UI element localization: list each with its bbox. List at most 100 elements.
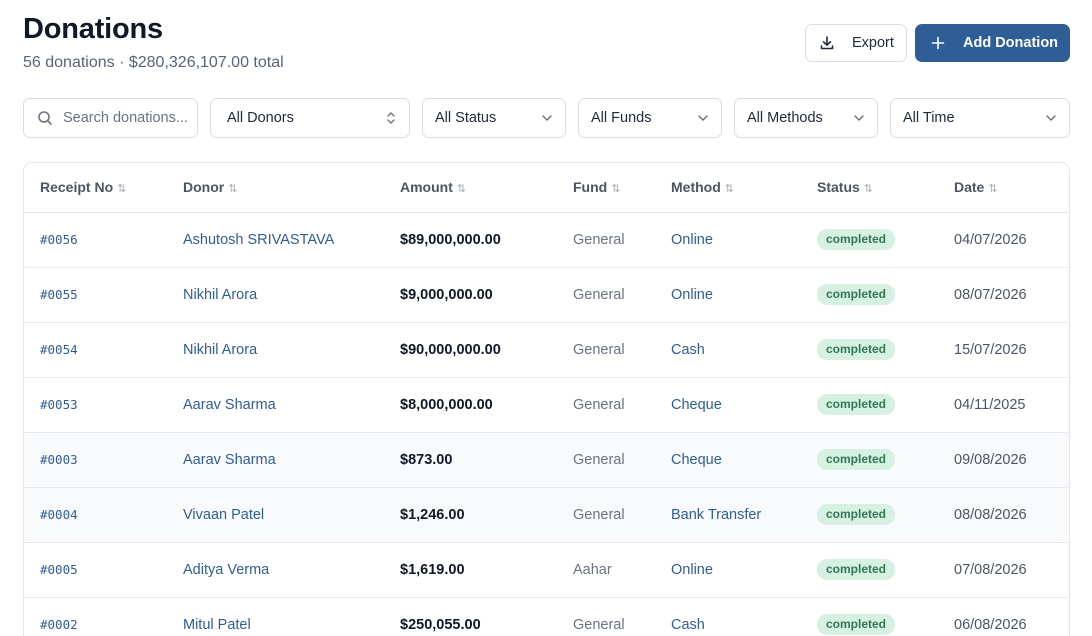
time-filter-value: All Time [903,110,955,126]
status-badge: completed [817,504,896,525]
status-badge: completed [817,614,896,635]
amount-cell: $1,619.00 [384,542,557,598]
chevron-up-down-icon [387,112,395,124]
receipt-cell[interactable]: #0055 [24,267,167,323]
date-cell: 15/07/2026 [938,322,1069,378]
add-donation-label: Add Donation [963,35,1059,51]
time-filter-select[interactable]: All Time [890,98,1070,138]
search-icon [38,111,52,125]
table-row[interactable]: #0005 Aditya Verma $1,619.00 Aahar Onlin… [24,542,1069,598]
column-header-donor[interactable]: Donor ⇅ [167,163,384,213]
method-cell: Cheque [655,377,801,433]
date-cell: 09/08/2026 [938,432,1069,488]
receipt-cell[interactable]: #0004 [24,487,167,543]
amount-cell: $250,055.00 [384,597,557,636]
date-cell: 07/08/2026 [938,542,1069,598]
column-header-receipt[interactable]: Receipt No ⇅ [24,163,167,213]
fund-cell: General [557,267,655,323]
page-header: Donations 56 donations · $280,326,107.00… [23,12,1070,78]
receipt-cell[interactable]: #0003 [24,432,167,488]
donor-cell[interactable]: Vivaan Patel [167,487,384,543]
amount-cell: $1,246.00 [384,487,557,543]
status-filter-select[interactable]: All Status [422,98,566,138]
column-header-status[interactable]: Status ⇅ [801,163,938,213]
chevron-down-icon [698,115,708,121]
table-header-row: Receipt No ⇅ Donor ⇅ Amount ⇅ Fund ⇅ Method ⇅… [24,163,1069,213]
receipt-cell[interactable]: #0054 [24,322,167,378]
table-row[interactable]: #0054 Nikhil Arora $90,000,000.00 Genera… [24,322,1069,378]
donations-table-container: Receipt No ⇅ Donor ⇅ Amount ⇅ Fund ⇅ Method ⇅… [23,162,1070,636]
add-donation-button[interactable]: Add Donation [915,24,1070,62]
amount-cell: $873.00 [384,432,557,488]
status-cell: completed [801,377,938,433]
download-icon [820,36,834,50]
sort-icon: ⇅ [724,183,734,196]
export-button[interactable]: Export [805,24,907,62]
table-row[interactable]: #0055 Nikhil Arora $9,000,000.00 General… [24,267,1069,323]
method-cell: Online [655,542,801,598]
sort-icon: ⇅ [456,183,467,196]
sort-icon: ⇅ [611,183,621,196]
donor-cell[interactable]: Mitul Patel [167,597,384,636]
donor-cell[interactable]: Aditya Verma [167,542,384,598]
table-row[interactable]: #0053 Aarav Sharma $8,000,000.00 General… [24,377,1069,433]
chevron-down-icon [1046,115,1056,121]
table-row[interactable]: #0002 Mitul Patel $250,055.00 General Ca… [24,597,1069,636]
donor-cell[interactable]: Nikhil Arora [167,322,384,378]
column-header-fund[interactable]: Fund ⇅ [557,163,655,213]
chevron-down-icon [542,115,552,121]
receipt-cell[interactable]: #0005 [24,542,167,598]
export-label: Export [852,35,894,51]
status-cell: completed [801,487,938,543]
status-cell: completed [801,267,938,323]
method-cell: Cash [655,597,801,636]
filter-bar: All Donors All Status All Funds All Meth… [23,98,1070,138]
status-cell: completed [801,322,938,378]
status-cell: completed [801,432,938,488]
donor-cell[interactable]: Aarav Sharma [167,432,384,488]
donor-filter-select[interactable]: All Donors [210,98,410,138]
date-cell: 04/07/2026 [938,212,1069,268]
fund-cell: General [557,597,655,636]
status-cell: completed [801,212,938,268]
column-header-date[interactable]: Date ⇅ [938,163,1069,213]
date-cell: 04/11/2025 [938,377,1069,433]
fund-cell: General [557,377,655,433]
status-cell: completed [801,597,938,636]
date-cell: 06/08/2026 [938,597,1069,636]
plus-icon [931,36,945,50]
status-filter-value: All Status [435,110,497,126]
donor-cell[interactable]: Aarav Sharma [167,377,384,433]
receipt-cell[interactable]: #0056 [24,212,167,268]
fund-cell: General [557,322,655,378]
method-cell: Online [655,267,801,323]
status-badge: completed [817,449,896,470]
receipt-cell[interactable]: #0053 [24,377,167,433]
sort-icon: ⇅ [117,183,127,196]
method-filter-value: All Methods [747,110,823,126]
method-cell: Online [655,212,801,268]
fund-cell: General [557,432,655,488]
search-input[interactable] [63,110,189,126]
status-badge: completed [817,284,896,305]
donations-table: Receipt No ⇅ Donor ⇅ Amount ⇅ Fund ⇅ Method ⇅… [24,163,1069,636]
search-box[interactable] [23,98,198,138]
table-row[interactable]: #0003 Aarav Sharma $873.00 General Chequ… [24,432,1069,488]
column-header-method[interactable]: Method ⇅ [655,163,801,213]
fund-cell: General [557,487,655,543]
column-header-amount[interactable]: Amount ⇅ [384,163,557,213]
donor-cell[interactable]: Ashutosh SRIVASTAVA [167,212,384,268]
sort-icon: ⇅ [988,183,998,196]
table-row[interactable]: #0004 Vivaan Patel $1,246.00 General Ban… [24,487,1069,543]
status-badge: completed [817,394,896,415]
fund-filter-select[interactable]: All Funds [578,98,722,138]
status-cell: completed [801,542,938,598]
fund-filter-value: All Funds [591,110,652,126]
donor-cell[interactable]: Nikhil Arora [167,267,384,323]
receipt-cell[interactable]: #0002 [24,597,167,636]
chevron-down-icon [854,115,864,121]
method-cell: Cash [655,322,801,378]
amount-cell: $9,000,000.00 [384,267,557,323]
table-row[interactable]: #0056 Ashutosh SRIVASTAVA $89,000,000.00… [24,212,1069,268]
method-filter-select[interactable]: All Methods [734,98,878,138]
